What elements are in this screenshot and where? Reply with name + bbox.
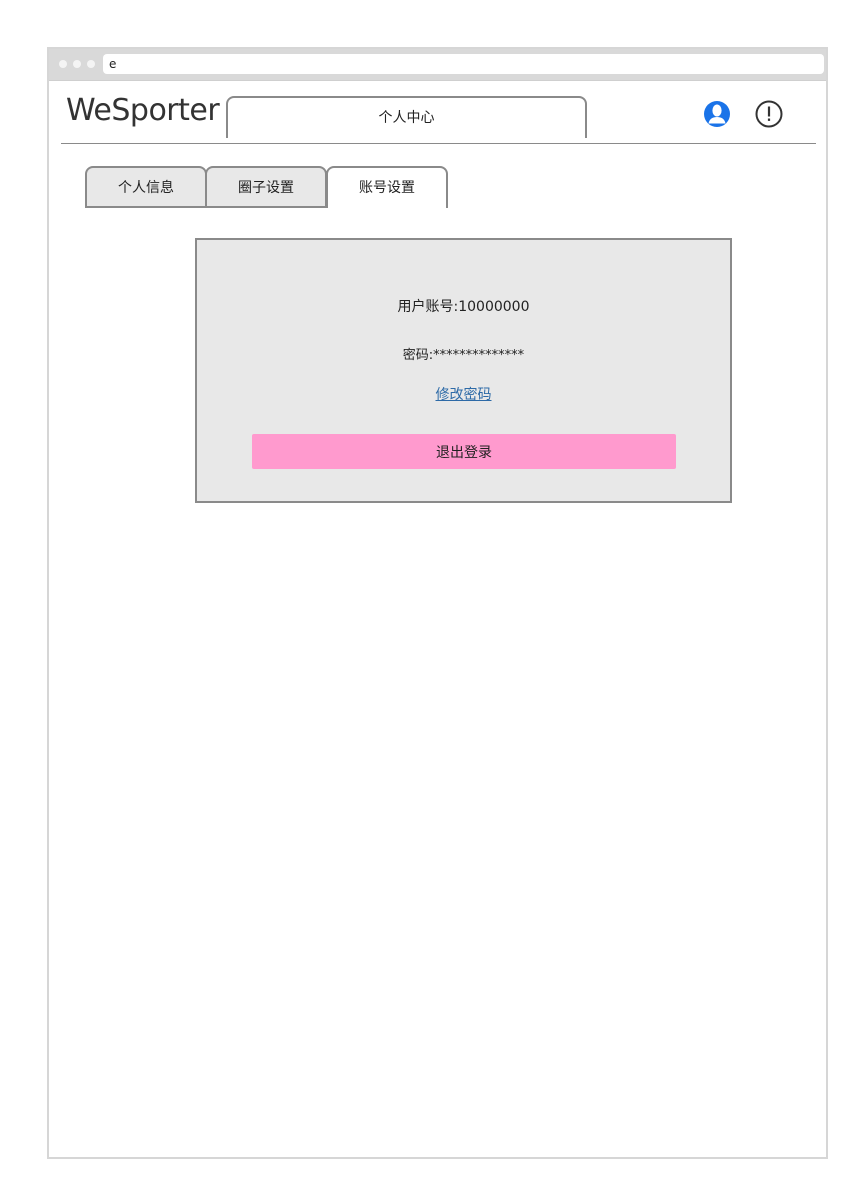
window-control-dot[interactable] bbox=[87, 60, 95, 68]
password-display: 密码:************** bbox=[402, 348, 525, 363]
header-divider bbox=[61, 143, 816, 144]
window-control-dot[interactable] bbox=[73, 60, 81, 68]
account-number: 用户账号:10000000 bbox=[397, 299, 530, 315]
tab-baseline bbox=[85, 206, 328, 208]
tab-circle-settings[interactable]: 圈子设置 bbox=[205, 166, 327, 208]
user-icon[interactable] bbox=[702, 99, 732, 129]
account-settings-panel: 用户账号:10000000 密码:************** 修改密码 退出登… bbox=[195, 238, 732, 503]
change-password-link[interactable]: 修改密码 bbox=[436, 387, 492, 403]
page-title-tab[interactable]: 个人中心 bbox=[226, 96, 587, 138]
address-bar[interactable]: e bbox=[103, 54, 824, 74]
change-password-link-wrap: 修改密码 bbox=[197, 384, 730, 404]
browser-titlebar: e bbox=[49, 49, 826, 81]
window-control-dot[interactable] bbox=[59, 60, 67, 68]
alert-icon[interactable] bbox=[754, 99, 784, 129]
app-logo: WeSporter bbox=[66, 93, 220, 128]
logout-button[interactable]: 退出登录 bbox=[252, 434, 676, 469]
browser-window: e WeSporter 个人中心 个人信息 圈子设置 账号设置 用户账号:100… bbox=[47, 47, 828, 1159]
tab-personal-info[interactable]: 个人信息 bbox=[85, 166, 207, 208]
tab-account-settings[interactable]: 账号设置 bbox=[326, 166, 448, 208]
